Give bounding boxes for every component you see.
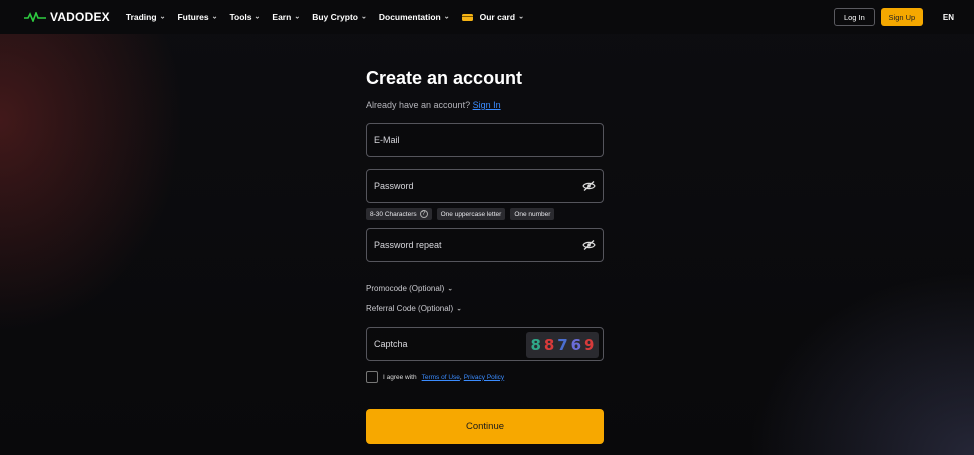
password-requirements: 8-30 Characters ? One uppercase letter O… xyxy=(366,208,555,220)
promocode-toggle[interactable]: Promocode (Optional) ⌄ xyxy=(366,284,453,293)
signin-link[interactable]: Sign In xyxy=(473,100,501,110)
email-field[interactable]: E-Mail xyxy=(366,123,604,157)
captcha-image[interactable]: 88769 xyxy=(526,332,599,358)
promocode-label: Promocode (Optional) xyxy=(366,284,445,293)
chevron-down-icon: ⌄ xyxy=(294,13,301,21)
nav-trading-label: Trading xyxy=(125,12,157,22)
nav-our-card-label: Our card xyxy=(479,12,516,22)
terms-agreement: I agree with Terms of Use, Privacy Polic… xyxy=(366,371,504,383)
chevron-down-icon: ⌄ xyxy=(518,13,524,21)
nav-tools-label: Tools xyxy=(229,12,252,22)
email-placeholder: E-Mail xyxy=(374,135,400,145)
chevron-down-icon: ⌄ xyxy=(456,305,463,312)
nav-documentation-label: Documentation xyxy=(378,12,441,22)
chevron-down-icon: ⌄ xyxy=(211,13,218,21)
signin-prompt: Already have an account? Sign In xyxy=(366,100,501,110)
comma: , xyxy=(459,373,462,381)
captcha-digit: 7 xyxy=(557,336,568,354)
nav-our-card[interactable]: Our card ⌄ xyxy=(461,12,524,22)
captcha-digit: 9 xyxy=(584,336,595,354)
top-nav-bar: VADODEX Trading ⌄ Futures ⌄ Tools ⌄ Earn ⌄ B… xyxy=(0,0,974,34)
nav-documentation[interactable]: Documentation ⌄ xyxy=(379,12,450,22)
captcha-field[interactable]: Captcha 88769 xyxy=(366,327,604,361)
password-placeholder: Password xyxy=(374,181,414,191)
logo-text: VADODEX xyxy=(50,10,110,24)
captcha-digit: 6 xyxy=(570,336,582,354)
credit-card-icon xyxy=(461,13,473,21)
nav-buy-crypto[interactable]: Buy Crypto ⌄ xyxy=(312,12,367,22)
eye-off-icon[interactable] xyxy=(582,181,596,191)
nav-tools[interactable]: Tools ⌄ xyxy=(229,12,260,22)
referral-toggle[interactable]: Referral Code (Optional) ⌄ xyxy=(366,304,462,313)
nav-trading[interactable]: Trading ⌄ xyxy=(126,12,166,22)
signup-button[interactable]: Sign Up xyxy=(880,8,923,26)
chevron-down-icon: ⌄ xyxy=(361,13,367,21)
captcha-digit: 8 xyxy=(543,336,555,354)
language-selector[interactable]: EN xyxy=(943,13,954,22)
nav-buy-crypto-label: Buy Crypto xyxy=(312,12,358,22)
nav-earn-label: Earn xyxy=(272,12,292,22)
chevron-down-icon: ⌄ xyxy=(159,13,166,21)
header-actions: Log In Sign Up EN xyxy=(833,8,962,26)
password-repeat-placeholder: Password repeat xyxy=(374,240,442,250)
continue-button[interactable]: Continue xyxy=(366,409,604,444)
pulse-logo-icon xyxy=(24,12,46,22)
terms-link[interactable]: Terms of Use xyxy=(422,374,460,381)
main-nav: Trading ⌄ Futures ⌄ Tools ⌄ Earn ⌄ Buy Crypt… xyxy=(126,12,524,22)
nav-earn[interactable]: Earn ⌄ xyxy=(272,12,300,22)
hint-uppercase: One uppercase letter xyxy=(436,208,506,220)
privacy-link[interactable]: Privacy Policy xyxy=(464,374,504,381)
agree-text: I agree with xyxy=(383,373,417,381)
nav-futures-label: Futures xyxy=(177,12,209,22)
nav-futures[interactable]: Futures ⌄ xyxy=(177,12,217,22)
chevron-down-icon: ⌄ xyxy=(443,13,450,21)
chevron-down-icon: ⌄ xyxy=(254,13,261,21)
hint-number: One number xyxy=(510,208,555,220)
page-title: Create an account xyxy=(366,68,523,88)
referral-label: Referral Code (Optional) xyxy=(366,304,454,313)
captcha-digit: 8 xyxy=(530,336,541,354)
terms-checkbox[interactable] xyxy=(366,371,378,383)
password-field[interactable]: Password xyxy=(366,169,604,203)
chevron-down-icon: ⌄ xyxy=(447,285,454,292)
signin-prompt-text: Already have an account? xyxy=(366,100,471,110)
hint-length: 8-30 Characters ? xyxy=(366,208,432,220)
login-button[interactable]: Log In xyxy=(833,8,875,26)
help-icon[interactable]: ? xyxy=(419,210,428,218)
password-repeat-field[interactable]: Password repeat xyxy=(366,228,604,262)
logo[interactable]: VADODEX xyxy=(24,10,110,24)
eye-off-icon[interactable] xyxy=(582,240,596,250)
hint-length-label: 8-30 Characters xyxy=(370,210,417,218)
